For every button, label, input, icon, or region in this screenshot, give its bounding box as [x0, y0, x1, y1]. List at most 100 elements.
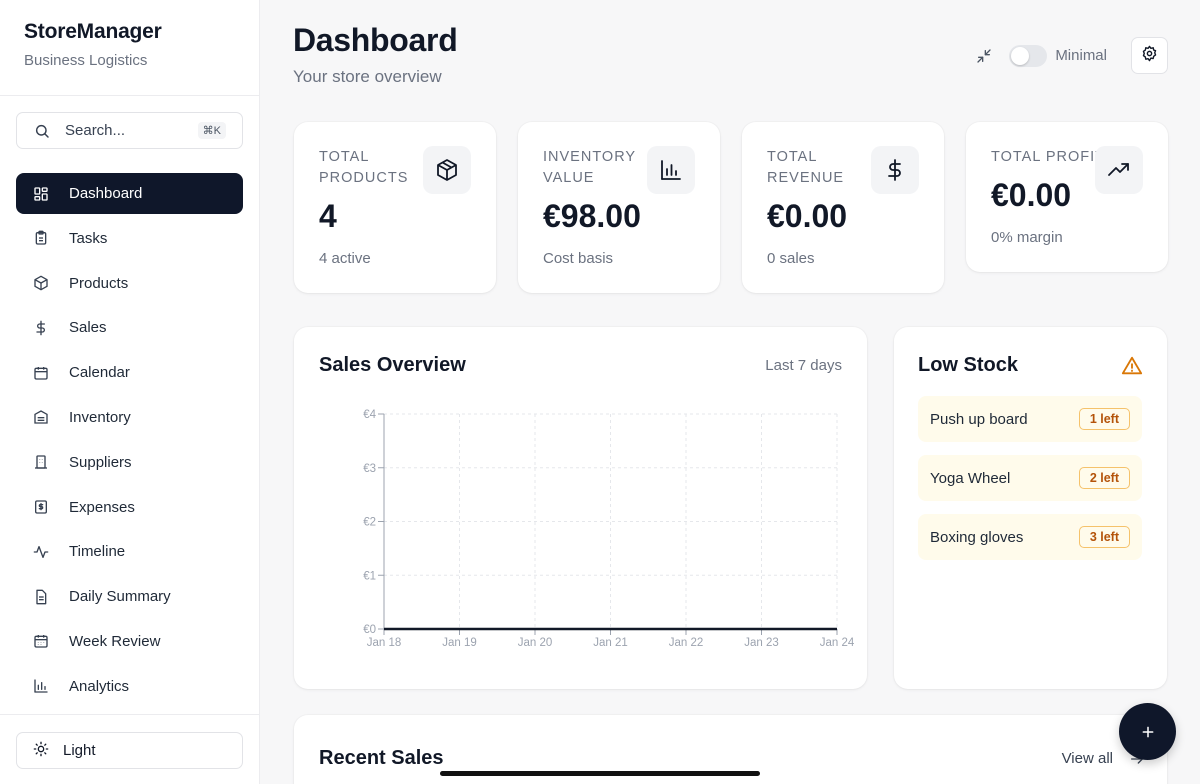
- sidebar-nav: Dashboard Tasks Products Sales Calendar: [16, 173, 243, 711]
- calendar-grid-icon: [32, 632, 50, 650]
- low-stock-card: Low Stock Push up board 1 left Yoga Whee…: [894, 327, 1167, 689]
- brand-subtitle: Business Logistics: [24, 52, 148, 69]
- sidebar-item-label: Expenses: [69, 498, 135, 516]
- sidebar: StoreManager Business Logistics Search..…: [0, 0, 260, 784]
- search-input[interactable]: Search... ⌘K: [16, 112, 243, 149]
- sidebar-item-daily-summary[interactable]: Daily Summary: [16, 576, 243, 617]
- plus-icon: [1141, 725, 1155, 739]
- settings-button[interactable]: [1131, 37, 1168, 74]
- sidebar-item-dashboard[interactable]: Dashboard: [16, 173, 243, 214]
- minimal-toggle[interactable]: [1009, 44, 1048, 67]
- sales-chart: €0 €1 €2 €3 €4 Jan 18 Jan 19 Jan 20 Jan 21 Jan 22…: [363, 409, 855, 649]
- sidebar-item-inventory[interactable]: Inventory: [16, 397, 243, 438]
- low-stock-title: Low Stock: [918, 354, 1019, 376]
- sidebar-item-sales[interactable]: Sales: [16, 307, 243, 348]
- warehouse-icon: [32, 408, 50, 426]
- y-tick-label: €2: [363, 517, 376, 529]
- sidebar-item-label: Dashboard: [69, 185, 143, 202]
- sidebar-item-timeline[interactable]: Timeline: [16, 531, 243, 572]
- gear-icon: [1141, 45, 1158, 67]
- x-tick-label: Jan 19: [442, 637, 477, 649]
- bar-chart-icon: [32, 677, 50, 695]
- collapse-icon[interactable]: [975, 47, 993, 65]
- sidebar-item-label: Inventory: [69, 408, 131, 426]
- document-icon: [32, 588, 50, 606]
- sidebar-item-label: Daily Summary: [69, 588, 171, 606]
- stat-value: 4: [319, 198, 337, 234]
- stat-foot: Cost basis: [543, 250, 614, 267]
- y-tick-label: €4: [363, 409, 376, 421]
- search-placeholder: Search...: [65, 122, 126, 139]
- sidebar-item-calendar[interactable]: Calendar: [16, 352, 243, 393]
- sidebar-footer: Light: [0, 714, 259, 784]
- toggle-knob: [1011, 46, 1030, 65]
- header-controls: Minimal: [975, 37, 1168, 74]
- brand-title: StoreManager: [24, 20, 162, 43]
- stat-label: Total Products: [319, 149, 409, 186]
- stat-label: Total Revenue: [767, 149, 845, 186]
- stat-card-total-products: Total Products 4 4 active: [294, 122, 496, 293]
- stat-foot: 4 active: [319, 250, 371, 267]
- stat-foot: 0 sales: [767, 250, 815, 267]
- minimal-toggle-label: Minimal: [1055, 47, 1107, 64]
- sidebar-item-week-review[interactable]: Week Review: [16, 621, 243, 662]
- low-stock-item-name: Yoga Wheel: [930, 469, 1011, 487]
- y-tick-label: €1: [363, 570, 376, 582]
- search-icon: [33, 122, 51, 140]
- sidebar-item-label: Tasks: [69, 229, 108, 247]
- home-indicator: [440, 771, 760, 776]
- x-tick-label: Jan 21: [593, 637, 628, 649]
- bar-chart-icon: [647, 146, 695, 194]
- box-icon: [423, 146, 471, 194]
- x-tick-label: Jan 20: [518, 637, 553, 649]
- clipboard-icon: [32, 229, 50, 247]
- low-stock-item[interactable]: Yoga Wheel 2 left: [918, 455, 1142, 501]
- building-icon: [32, 453, 50, 471]
- sidebar-item-suppliers[interactable]: Suppliers: [16, 442, 243, 483]
- x-tick-label: Jan 22: [669, 637, 704, 649]
- theme-label: Light: [63, 742, 96, 759]
- theme-toggle-button[interactable]: Light: [16, 732, 243, 769]
- stat-value: €0.00: [991, 177, 1072, 213]
- stat-card-total-profit: Total Profit €0.00 0% margin: [966, 122, 1168, 272]
- sidebar-item-label: Timeline: [69, 543, 126, 561]
- sidebar-item-tasks[interactable]: Tasks: [16, 218, 243, 259]
- stat-card-total-revenue: Total Revenue €0.00 0 sales: [742, 122, 944, 293]
- sun-icon: [33, 741, 49, 761]
- receipt-icon: [32, 498, 50, 516]
- stat-foot: 0% margin: [991, 229, 1063, 246]
- sidebar-item-label: Suppliers: [69, 453, 132, 471]
- stat-value: €0.00: [767, 198, 848, 234]
- dollar-icon: [871, 146, 919, 194]
- add-button[interactable]: [1119, 703, 1176, 760]
- activity-icon: [32, 543, 50, 561]
- sidebar-item-analytics[interactable]: Analytics: [16, 666, 243, 707]
- sidebar-item-expenses[interactable]: Expenses: [16, 487, 243, 528]
- stat-value: €98.00: [543, 198, 641, 234]
- x-tick-label: Jan 23: [744, 637, 779, 649]
- dashboard-icon: [32, 185, 50, 203]
- sidebar-item-label: Products: [69, 274, 129, 292]
- sidebar-item-label: Sales: [69, 319, 107, 337]
- low-stock-item-name: Boxing gloves: [930, 528, 1024, 546]
- warning-icon: [1121, 355, 1143, 382]
- low-stock-badge: 3 left: [1078, 526, 1130, 548]
- page-subtitle: Your store overview: [293, 67, 442, 86]
- dollar-icon: [32, 319, 50, 337]
- low-stock-item-name: Push up board: [930, 410, 1028, 428]
- box-icon: [32, 274, 50, 292]
- low-stock-item[interactable]: Boxing gloves 3 left: [918, 514, 1142, 560]
- page-title: Dashboard: [293, 22, 458, 58]
- view-all-label: View all: [1061, 750, 1113, 767]
- low-stock-badge: 1 left: [1078, 408, 1130, 430]
- y-tick-label: €0: [363, 624, 376, 636]
- stat-card-inventory-value: Inventory Value €98.00 Cost basis: [518, 122, 720, 293]
- search-shortcut: ⌘K: [197, 122, 226, 139]
- low-stock-item[interactable]: Push up board 1 left: [918, 396, 1142, 442]
- sales-overview-card: Sales Overview Last 7 days €0 €1 €2 €3 €4 Jan…: [294, 327, 867, 689]
- brand: StoreManager Business Logistics: [0, 0, 259, 96]
- sidebar-item-label: Week Review: [69, 632, 161, 650]
- sidebar-item-products[interactable]: Products: [16, 263, 243, 304]
- recent-sales-title: Recent Sales: [319, 747, 444, 769]
- trending-up-icon: [1095, 146, 1143, 194]
